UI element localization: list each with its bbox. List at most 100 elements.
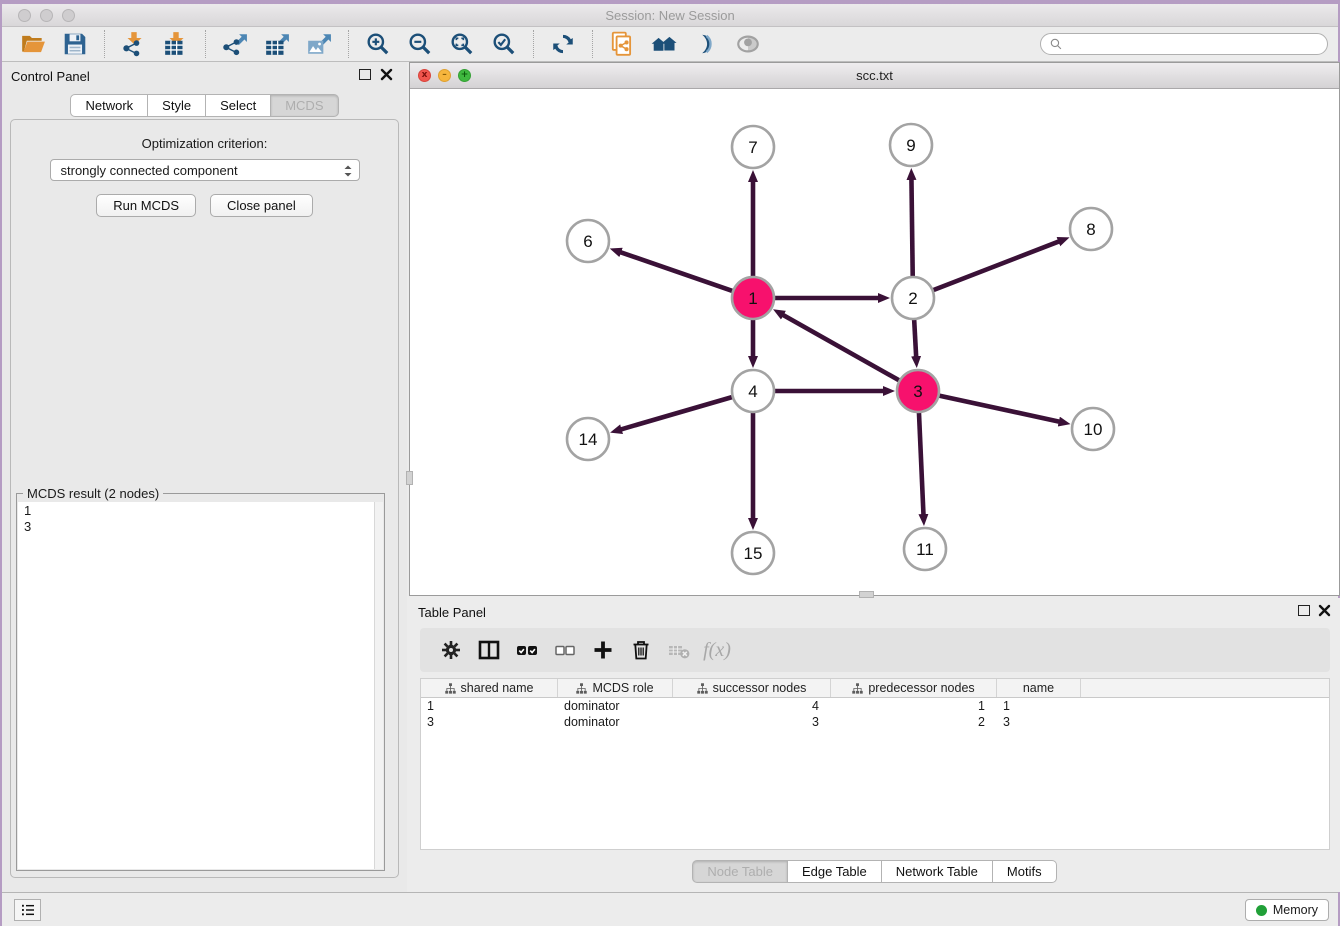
export-image-icon[interactable] xyxy=(304,30,334,58)
edge-3-10[interactable] xyxy=(939,395,1061,422)
tab-select[interactable]: Select xyxy=(206,94,271,117)
edge-2-9[interactable] xyxy=(911,178,912,277)
toolbar-separator xyxy=(533,30,534,58)
export-table-icon[interactable] xyxy=(262,30,292,58)
split-columns-icon[interactable] xyxy=(472,635,506,665)
node-1[interactable]: 1 xyxy=(732,277,774,319)
table-tabs: Node TableEdge TableNetwork TableMotifs xyxy=(409,860,1340,883)
cell-shared-name[interactable]: 3 xyxy=(421,714,558,730)
node-8[interactable]: 8 xyxy=(1070,208,1112,250)
tab-network[interactable]: Network xyxy=(70,94,148,117)
tab-motifs[interactable]: Motifs xyxy=(993,860,1057,883)
search-box[interactable] xyxy=(1040,33,1328,55)
task-history-button[interactable] xyxy=(14,899,41,921)
memory-button[interactable]: Memory xyxy=(1245,899,1329,921)
toolbar-items xyxy=(12,30,769,58)
cell-name[interactable]: 1 xyxy=(997,698,1081,714)
import-network-icon[interactable] xyxy=(119,30,149,58)
search-input[interactable] xyxy=(1067,37,1319,52)
zoom-fit-icon[interactable] xyxy=(447,30,477,58)
close-table-panel-icon[interactable] xyxy=(1318,604,1331,617)
node-3[interactable]: 3 xyxy=(897,370,939,412)
node-9[interactable]: 9 xyxy=(890,124,932,166)
column-header-MCDS-role[interactable]: MCDS role xyxy=(558,679,673,697)
save-session-icon[interactable] xyxy=(60,30,90,58)
column-namespace-icon xyxy=(576,683,587,694)
network-window-titlebar[interactable]: x – + scc.txt xyxy=(410,63,1339,89)
optimization-criterion-label: Optimization criterion: xyxy=(11,136,398,151)
result-scrollbar[interactable] xyxy=(374,502,383,869)
node-10[interactable]: 10 xyxy=(1072,408,1114,450)
column-header-name[interactable]: name xyxy=(997,679,1081,697)
edge-3-1[interactable] xyxy=(782,314,900,380)
open-session-icon[interactable] xyxy=(18,30,48,58)
column-header-predecessor-nodes[interactable]: predecessor nodes xyxy=(831,679,997,697)
cell-predecessor-nodes[interactable]: 1 xyxy=(831,698,997,714)
deselect-all-columns-icon[interactable] xyxy=(548,635,582,665)
node-15[interactable]: 15 xyxy=(732,532,774,574)
delete-table-icon[interactable] xyxy=(662,635,696,665)
delete-column-icon[interactable] xyxy=(624,635,658,665)
zoom-selected-icon[interactable] xyxy=(489,30,519,58)
zoom-in-icon[interactable] xyxy=(363,30,393,58)
tab-style[interactable]: Style xyxy=(148,94,206,117)
table-row[interactable]: 1dominator411 xyxy=(421,698,1329,714)
close-panel-button[interactable]: Close panel xyxy=(210,194,313,217)
import-table-icon[interactable] xyxy=(161,30,191,58)
control-panel: Control Panel NetworkStyleSelectMCDS Opt… xyxy=(2,62,407,892)
network-graph[interactable]: 7 9 6 8 1 2 4 3 14 10 15 11 xyxy=(410,89,1339,595)
cell-name[interactable]: 3 xyxy=(997,714,1081,730)
view-splitter-grip[interactable] xyxy=(859,591,874,598)
gear-icon[interactable] xyxy=(434,635,468,665)
cell-MCDS-role[interactable]: dominator xyxy=(558,714,673,730)
cell-predecessor-nodes[interactable]: 2 xyxy=(831,714,997,730)
column-label: shared name xyxy=(461,681,534,695)
node-7[interactable]: 7 xyxy=(732,126,774,168)
tab-node-table[interactable]: Node Table xyxy=(692,860,788,883)
mcds-result-line: 3 xyxy=(18,518,383,534)
tab-mcds[interactable]: MCDS xyxy=(271,94,338,117)
node-11[interactable]: 11 xyxy=(904,528,946,570)
criterion-dropdown[interactable]: strongly connected component xyxy=(50,159,360,181)
edge-4-14[interactable] xyxy=(620,397,733,430)
cell-MCDS-role[interactable]: dominator xyxy=(558,698,673,714)
app-titlebar[interactable]: Session: New Session xyxy=(2,4,1338,27)
clone-network-icon[interactable] xyxy=(607,30,637,58)
edge-2-8[interactable] xyxy=(933,241,1061,290)
export-network-icon[interactable] xyxy=(220,30,250,58)
function-builder-icon[interactable]: f(x) xyxy=(700,635,734,665)
cell-successor-nodes[interactable]: 4 xyxy=(673,698,831,714)
edge-2-3[interactable] xyxy=(914,319,916,358)
mcds-result-title: MCDS result (2 nodes) xyxy=(23,486,163,501)
node-4[interactable]: 4 xyxy=(732,370,774,412)
edge-1-6[interactable] xyxy=(619,252,733,291)
cell-shared-name[interactable]: 1 xyxy=(421,698,558,714)
mcds-result-list[interactable]: 13 xyxy=(18,502,383,869)
tab-edge-table[interactable]: Edge Table xyxy=(788,860,882,883)
node-2[interactable]: 2 xyxy=(892,277,934,319)
home-icon[interactable] xyxy=(649,30,679,58)
refresh-icon[interactable] xyxy=(548,30,578,58)
select-all-columns-icon[interactable] xyxy=(510,635,544,665)
close-panel-icon[interactable] xyxy=(380,68,393,81)
birds-eye-icon[interactable] xyxy=(733,30,763,58)
column-header-successor-nodes[interactable]: successor nodes xyxy=(673,679,831,697)
memory-status-icon xyxy=(1256,905,1267,916)
run-mcds-button[interactable]: Run MCDS xyxy=(96,194,196,217)
toolbar-separator xyxy=(205,30,206,58)
add-column-icon[interactable] xyxy=(586,635,620,665)
column-header-shared-name[interactable]: shared name xyxy=(421,679,558,697)
float-table-panel-icon[interactable] xyxy=(1298,605,1310,616)
edge-3-11[interactable] xyxy=(919,412,924,516)
table-row[interactable]: 3dominator323 xyxy=(421,714,1329,730)
cell-successor-nodes[interactable]: 3 xyxy=(673,714,831,730)
desktop: Session: New Session Control Panel Netwo… xyxy=(0,0,1340,926)
node-14[interactable]: 14 xyxy=(567,418,609,460)
network-canvas[interactable]: 7 9 6 8 1 2 4 3 14 10 15 11 xyxy=(410,89,1339,595)
float-panel-icon[interactable] xyxy=(359,69,371,80)
panel-splitter-grip[interactable] xyxy=(406,471,413,485)
zoom-out-icon[interactable] xyxy=(405,30,435,58)
node-6[interactable]: 6 xyxy=(567,220,609,262)
graphics-details-icon[interactable] xyxy=(691,30,721,58)
tab-network-table[interactable]: Network Table xyxy=(882,860,993,883)
